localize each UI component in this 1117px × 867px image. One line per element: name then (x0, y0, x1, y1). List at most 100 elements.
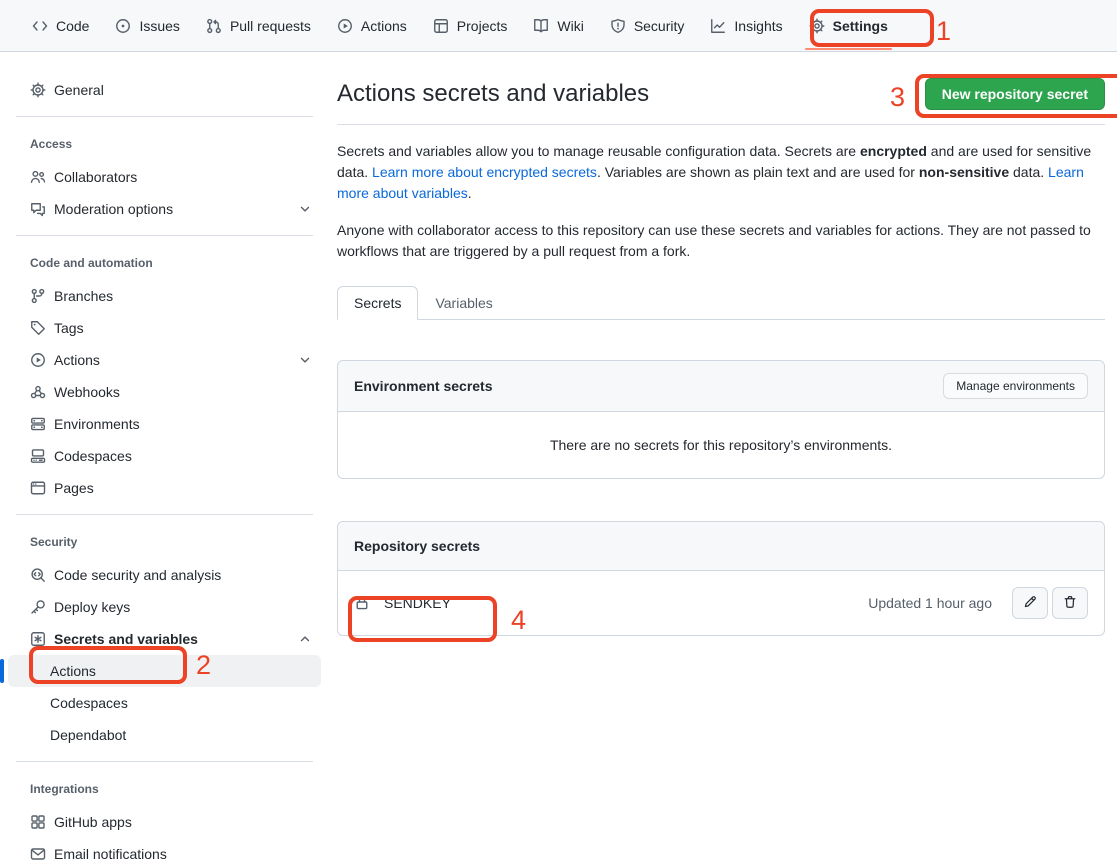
sidebar-item-general[interactable]: General (8, 74, 321, 106)
sidebar-item-label: Webhooks (54, 384, 120, 400)
edit-secret-button[interactable] (1012, 587, 1048, 619)
sidebar-section-integrations: Integrations (8, 772, 321, 806)
sidebar-subitem-actions[interactable]: Actions (8, 655, 321, 687)
repository-secrets-box: Repository secrets SENDKEY Updated 1 hou… (337, 521, 1105, 636)
sidebar-item-github-apps[interactable]: GitHub apps (8, 806, 321, 838)
sidebar-item-label: Collaborators (54, 169, 137, 185)
manage-environments-button[interactable]: Manage environments (943, 373, 1088, 399)
sidebar-subitem-codespaces[interactable]: Codespaces (8, 687, 321, 719)
book-icon (533, 18, 549, 34)
text-segment: non-sensitive (919, 164, 1009, 180)
nav-tab-issues[interactable]: Issues (105, 10, 189, 42)
environment-secrets-box: Environment secrets Manage environments … (337, 360, 1105, 479)
shield-icon (610, 18, 626, 34)
secrets-variables-tabnav: Secrets Variables (337, 286, 1105, 320)
github-settings-page: Code Issues Pull requests Actions Projec… (0, 0, 1117, 867)
nav-tab-label: Insights (734, 18, 782, 34)
nav-tab-projects[interactable]: Projects (423, 10, 518, 42)
text-segment: encrypted (860, 143, 927, 159)
nav-tab-actions[interactable]: Actions (327, 10, 417, 42)
chevron-up-icon (297, 631, 313, 647)
gear-icon (30, 82, 46, 98)
sidebar-item-webhooks[interactable]: Webhooks (8, 376, 321, 408)
server-icon (30, 416, 46, 432)
sidebar-section-access: Access (8, 127, 321, 161)
asterisk-box-icon (30, 631, 46, 647)
sidebar-item-label: Codespaces (50, 695, 128, 711)
chevron-down-icon (297, 201, 313, 217)
sidebar-section-code-and-automation: Code and automation (8, 246, 321, 280)
sidebar-item-branches[interactable]: Branches (8, 280, 321, 312)
secret-row-sendkey: SENDKEY Updated 1 hour ago (338, 571, 1104, 635)
secret-updated-timestamp: Updated 1 hour ago (868, 595, 992, 611)
main-content: Actions secrets and variables New reposi… (337, 52, 1117, 636)
inline-link[interactable]: Learn more about encrypted secrets (372, 164, 597, 180)
sidebar-item-label: Deploy keys (54, 599, 130, 615)
code-icon (32, 18, 48, 34)
sidebar-subitem-dependabot[interactable]: Dependabot (8, 719, 321, 751)
sidebar-item-environments[interactable]: Environments (8, 408, 321, 440)
gear-icon (809, 18, 825, 34)
key-icon (30, 599, 46, 615)
sidebar-item-pages[interactable]: Pages (8, 472, 321, 504)
sidebar-item-label: Moderation options (54, 201, 173, 217)
nav-tab-settings[interactable]: Settings (799, 10, 898, 42)
sidebar-item-label: Codespaces (54, 448, 132, 464)
nav-tab-pull-requests[interactable]: Pull requests (196, 10, 321, 42)
nav-tab-label: Settings (833, 18, 888, 34)
play-icon (337, 18, 353, 34)
sidebar-item-deploy-keys[interactable]: Deploy keys (8, 591, 321, 623)
nav-tab-label: Projects (457, 18, 508, 34)
sidebar-item-moderation-options[interactable]: Moderation options (8, 193, 321, 225)
nav-tab-code[interactable]: Code (22, 10, 99, 42)
tab-variables[interactable]: Variables (418, 286, 509, 320)
environment-secrets-title: Environment secrets (354, 378, 493, 394)
sidebar-divider (16, 116, 313, 117)
delete-secret-button[interactable] (1052, 587, 1088, 619)
nav-tab-label: Pull requests (230, 18, 311, 34)
tab-secrets[interactable]: Secrets (337, 286, 418, 320)
nav-tab-label: Actions (361, 18, 407, 34)
sidebar-item-collaborators[interactable]: Collaborators (8, 161, 321, 193)
apps-icon (30, 814, 46, 830)
chevron-down-icon (297, 352, 313, 368)
sidebar-item-label: Pages (54, 480, 94, 496)
lock-icon (354, 595, 370, 611)
sidebar-section-security: Security (8, 525, 321, 559)
nav-tab-label: Code (56, 18, 89, 34)
nav-tab-security[interactable]: Security (600, 10, 695, 42)
nav-tab-label: Issues (139, 18, 179, 34)
codescan-icon (30, 567, 46, 583)
comment-discussion-icon (30, 201, 46, 217)
trash-icon (1063, 595, 1077, 612)
fork-note-paragraph: Anyone with collaborator access to this … (337, 220, 1105, 262)
sidebar-item-label: Dependabot (50, 727, 126, 743)
repo-tab-bar: Code Issues Pull requests Actions Projec… (0, 0, 1117, 52)
sidebar-item-tags[interactable]: Tags (8, 312, 321, 344)
sidebar-item-actions[interactable]: Actions (8, 344, 321, 376)
sidebar-item-label: Branches (54, 288, 113, 304)
sidebar-item-code-security[interactable]: Code security and analysis (8, 559, 321, 591)
sidebar-item-label: General (54, 82, 104, 98)
issue-opened-icon (115, 18, 131, 34)
sidebar-item-label: GitHub apps (54, 814, 132, 830)
repository-secrets-title: Repository secrets (354, 538, 480, 554)
settings-sidebar: General Access Collaborators Moderation … (0, 52, 337, 867)
sidebar-divider (16, 235, 313, 236)
nav-tab-insights[interactable]: Insights (700, 10, 792, 42)
nav-tab-wiki[interactable]: Wiki (523, 10, 593, 42)
sidebar-item-label: Environments (54, 416, 140, 432)
sidebar-item-secrets-and-variables[interactable]: Secrets and variables (8, 623, 321, 655)
sidebar-divider (16, 514, 313, 515)
text-segment: . Variables are shown as plain text and … (597, 164, 919, 180)
people-icon (30, 169, 46, 185)
heading-divider (337, 124, 1105, 125)
sidebar-divider (16, 761, 313, 762)
sidebar-item-email-notifications[interactable]: Email notifications (8, 838, 321, 867)
sidebar-item-label: Actions (54, 352, 100, 368)
new-repository-secret-button[interactable]: New repository secret (925, 78, 1105, 110)
secret-name: SENDKEY (384, 595, 451, 611)
table-icon (433, 18, 449, 34)
text-segment: data. (1009, 164, 1048, 180)
sidebar-item-codespaces[interactable]: Codespaces (8, 440, 321, 472)
